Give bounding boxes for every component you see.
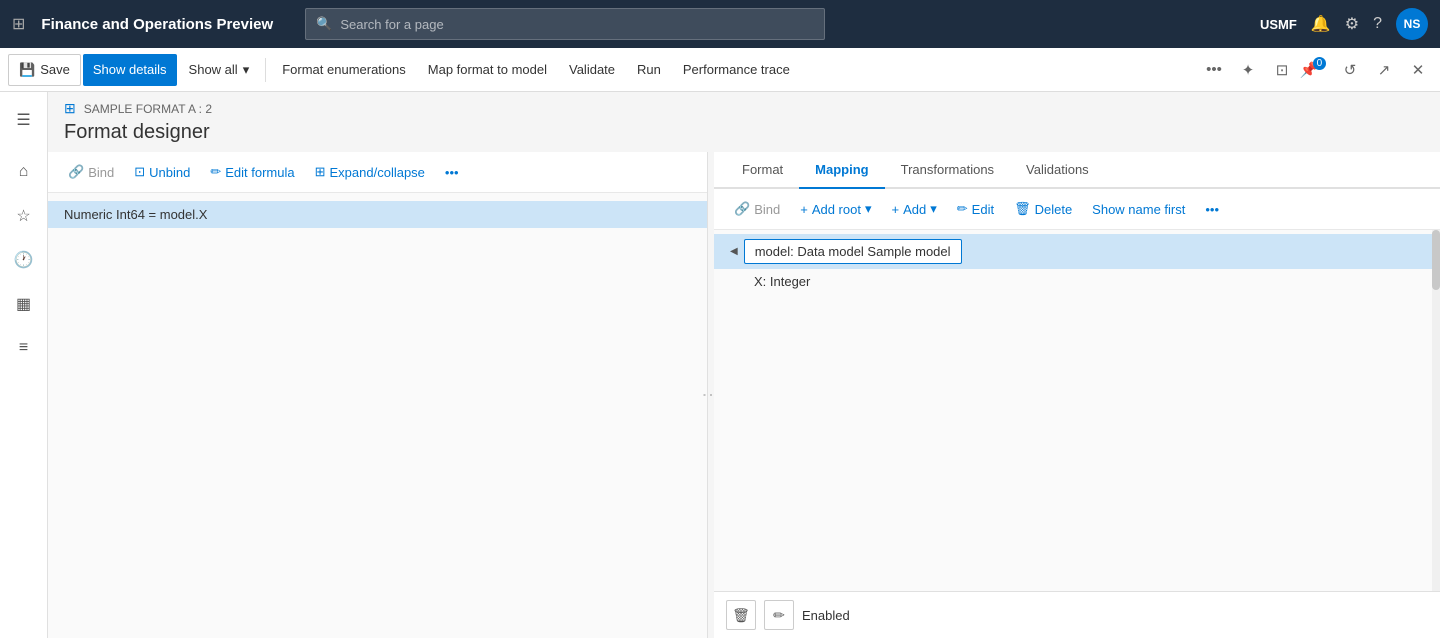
main-layout: ☰ ⌂ ☆ 🕐 ▦ ≡ ⊞ SAMPLE FORMAT A : 2 Format… bbox=[0, 92, 1440, 638]
add-root-button[interactable]: + Add root bbox=[792, 195, 879, 223]
delete-button[interactable]: 🗑 Delete bbox=[1006, 195, 1080, 223]
settings-icon[interactable]: ⚙ bbox=[1345, 14, 1359, 34]
unbind-button[interactable]: ⊡ Unbind bbox=[126, 158, 198, 186]
notification-badge: 0 bbox=[1313, 57, 1327, 70]
add-root-chevron bbox=[865, 201, 872, 217]
save-icon: 💾 bbox=[19, 62, 35, 78]
grid-icon[interactable]: ⊞ bbox=[12, 14, 25, 34]
bind-button[interactable]: 🔗 Bind bbox=[60, 158, 122, 186]
add-root-icon: + bbox=[800, 202, 808, 217]
bottom-edit-button[interactable]: ✏ bbox=[764, 600, 794, 630]
notification-icon[interactable]: 🔔 bbox=[1311, 14, 1331, 34]
show-all-button[interactable]: Show all bbox=[179, 54, 260, 86]
model-root-item[interactable]: ◀ model: Data model Sample model bbox=[714, 234, 1440, 269]
x-integer-item[interactable]: X: Integer bbox=[714, 269, 1440, 294]
breadcrumb: SAMPLE FORMAT A : 2 bbox=[84, 102, 212, 116]
mapping-more-button[interactable]: ••• bbox=[1197, 195, 1227, 223]
separator-1 bbox=[265, 58, 266, 82]
recent-nav[interactable]: 🕐 bbox=[4, 240, 44, 280]
home-nav[interactable]: ⌂ bbox=[4, 152, 44, 192]
filter-icon[interactable]: ⊞ bbox=[64, 100, 76, 117]
sidenav: ☰ ⌂ ☆ 🕐 ▦ ≡ bbox=[0, 92, 48, 638]
right-panel-bottom: 🗑 ✏ Enabled bbox=[714, 591, 1440, 638]
chevron-down-icon bbox=[243, 62, 250, 78]
open-external-button[interactable]: ↗ bbox=[1370, 56, 1398, 84]
pin-button[interactable]: 📌 0 bbox=[1302, 56, 1330, 84]
right-panel: Format Mapping Transformations Validatio… bbox=[714, 152, 1440, 638]
expand-collapse-button[interactable]: ⊞ Expand/collapse bbox=[307, 158, 433, 186]
more-options-button[interactable]: ••• bbox=[1200, 56, 1228, 84]
validate-button[interactable]: Validate bbox=[559, 54, 625, 86]
format-tree: Numeric Int64 = model.X bbox=[48, 193, 707, 638]
tab-mapping[interactable]: Mapping bbox=[799, 152, 884, 189]
avatar[interactable]: NS bbox=[1396, 8, 1428, 40]
modules-nav[interactable]: ≡ bbox=[4, 328, 44, 368]
topbar: ⊞ Finance and Operations Preview 🔍 USMF … bbox=[0, 0, 1440, 48]
favorites-nav[interactable]: ☆ bbox=[4, 196, 44, 236]
tab-validations[interactable]: Validations bbox=[1010, 152, 1105, 189]
bottom-pencil-icon: ✏ bbox=[773, 607, 785, 624]
save-button[interactable]: 💾 Save bbox=[8, 54, 81, 86]
unbind-icon: ⊡ bbox=[134, 164, 145, 180]
add-icon: + bbox=[892, 202, 900, 217]
mapping-tree: ◀ model: Data model Sample model X: Inte… bbox=[714, 230, 1440, 591]
workspaces-nav[interactable]: ▦ bbox=[4, 284, 44, 324]
format-enumerations-button[interactable]: Format enumerations bbox=[272, 54, 416, 86]
edit-button[interactable]: ✏ Edit bbox=[949, 195, 1002, 223]
tab-format[interactable]: Format bbox=[726, 152, 799, 189]
run-button[interactable]: Run bbox=[627, 54, 671, 86]
map-format-button[interactable]: Map format to model bbox=[418, 54, 557, 86]
scrollbar-thumb[interactable] bbox=[1432, 230, 1440, 290]
company-code: USMF bbox=[1260, 17, 1297, 32]
left-more-button[interactable]: ••• bbox=[437, 158, 467, 186]
collapse-icon: ◀ bbox=[730, 246, 738, 257]
close-button[interactable]: ✕ bbox=[1404, 56, 1432, 84]
x-integer-label: X: Integer bbox=[754, 274, 810, 289]
bottom-delete-button[interactable]: 🗑 bbox=[726, 600, 756, 630]
scrollbar-track[interactable] bbox=[1432, 230, 1440, 591]
left-panel: 🔗 Bind ⊡ Unbind ✏ Edit formula ⊞ Expand/… bbox=[48, 152, 708, 638]
trash-icon: 🗑 bbox=[1014, 201, 1031, 217]
model-node: model: Data model Sample model bbox=[744, 239, 962, 264]
tree-item[interactable]: Numeric Int64 = model.X bbox=[48, 201, 707, 228]
left-panel-toolbar: 🔗 Bind ⊡ Unbind ✏ Edit formula ⊞ Expand/… bbox=[48, 152, 707, 193]
page-title: Format designer bbox=[48, 117, 1440, 152]
mapping-bind-button[interactable]: 🔗 Bind bbox=[726, 195, 788, 223]
expand-icon: ⊞ bbox=[315, 164, 326, 180]
help-icon[interactable]: ? bbox=[1373, 15, 1382, 33]
search-input[interactable] bbox=[340, 17, 814, 32]
secondary-toolbar: 💾 Save Show details Show all Format enum… bbox=[0, 48, 1440, 92]
topbar-right: USMF 🔔 ⚙ ? NS bbox=[1260, 8, 1428, 40]
enabled-label: Enabled bbox=[802, 608, 850, 623]
layout-button[interactable]: ⊡ bbox=[1268, 56, 1296, 84]
link-icon: 🔗 bbox=[68, 164, 84, 180]
bottom-trash-icon: 🗑 bbox=[732, 607, 750, 624]
filter-button[interactable]: ✦ bbox=[1234, 56, 1262, 84]
refresh-button[interactable]: ↺ bbox=[1336, 56, 1364, 84]
pencil-icon: ✏ bbox=[210, 164, 221, 180]
mapping-toolbar: 🔗 Bind + Add root + Add ✏ bbox=[714, 189, 1440, 230]
performance-trace-button[interactable]: Performance trace bbox=[673, 54, 800, 86]
toolbar-right: ••• ✦ ⊡ 📌 0 ↺ ↗ ✕ bbox=[1200, 56, 1432, 84]
tabs-bar: Format Mapping Transformations Validatio… bbox=[714, 152, 1440, 189]
content-area: ⊞ SAMPLE FORMAT A : 2 Format designer 🔗 … bbox=[48, 92, 1440, 638]
tab-transformations[interactable]: Transformations bbox=[885, 152, 1010, 189]
show-name-first-button[interactable]: Show name first bbox=[1084, 195, 1193, 223]
designer-area: 🔗 Bind ⊡ Unbind ✏ Edit formula ⊞ Expand/… bbox=[48, 152, 1440, 638]
show-details-button[interactable]: Show details bbox=[83, 54, 177, 86]
app-title: Finance and Operations Preview bbox=[41, 16, 273, 33]
edit-pencil-icon: ✏ bbox=[957, 201, 968, 217]
hamburger-menu[interactable]: ☰ bbox=[4, 100, 44, 140]
search-box[interactable]: 🔍 bbox=[305, 8, 825, 40]
edit-formula-button[interactable]: ✏ Edit formula bbox=[202, 158, 302, 186]
search-icon: 🔍 bbox=[316, 16, 332, 32]
add-chevron bbox=[930, 201, 937, 217]
mapping-link-icon: 🔗 bbox=[734, 201, 750, 217]
add-button[interactable]: + Add bbox=[884, 195, 945, 223]
